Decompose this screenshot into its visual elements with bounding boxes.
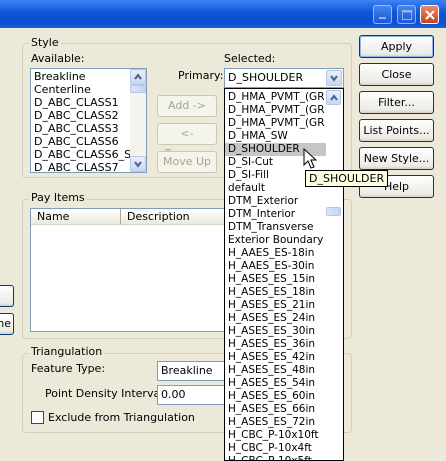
title-bar (0, 0, 446, 28)
add-button-label: Add -> (168, 99, 206, 112)
primary-combo-value: D_SHOULDER (228, 71, 304, 84)
style-group-label: Style (29, 36, 61, 49)
available-list-item[interactable]: D_ABC_CLASS7 (31, 161, 146, 172)
left-stub-label: ne (0, 317, 11, 330)
close-button-label: Close (381, 68, 412, 81)
available-label: Available: (31, 52, 85, 65)
primary-combo[interactable]: D_SHOULDER (224, 68, 344, 88)
feature-type-combo[interactable]: Breakline (157, 361, 227, 381)
available-list[interactable]: Breakline Centerline D_ABC_CLASS1 D_ABC_CLA… (30, 68, 147, 173)
close-window-button[interactable] (420, 5, 439, 24)
list-points-button[interactable]: List Points... (359, 119, 434, 142)
minimize-icon (379, 17, 386, 19)
available-scrollbar[interactable] (130, 69, 146, 172)
selected-label: Selected: (224, 52, 276, 65)
list-points-button-label: List Points... (363, 124, 430, 137)
apply-button-label: Apply (380, 40, 413, 53)
dropdown-scrollbar[interactable] (326, 89, 343, 460)
filter-button-label: Filter... (378, 96, 415, 109)
tooltip: D_SHOULDER (305, 170, 389, 187)
pay-items-group-label: Pay Items (29, 191, 87, 204)
available-list-item[interactable]: Breakline (31, 70, 146, 83)
point-density-label: Point Density Interval: (45, 387, 167, 400)
primary-dropdown-list[interactable]: D_HMA_PVMT_(GR D_HMA_PVMT_(GR D_HMA_PVMT_(… (224, 88, 344, 461)
new-style-button-label: New Style... (363, 152, 430, 165)
available-list-item[interactable]: D_ABC_CLASS6 (31, 135, 146, 148)
scroll-thumb[interactable] (130, 85, 146, 93)
feature-type-label: Feature Type: (31, 362, 106, 375)
point-density-value: 0.00 (161, 388, 186, 401)
exclude-label: Exclude from Triangulation (48, 411, 195, 424)
available-list-item[interactable]: D_ABC_CLASS6_S (31, 148, 146, 161)
available-list-item[interactable]: D_ABC_CLASS2 (31, 109, 146, 122)
left-stub-button-1[interactable] (0, 285, 14, 307)
exclude-checkbox[interactable] (31, 411, 44, 424)
apply-button[interactable]: Apply (359, 35, 434, 58)
maximize-button[interactable] (397, 5, 416, 24)
primary-dropdown-button[interactable] (326, 70, 342, 86)
triangulation-group-label: Triangulation (29, 345, 105, 358)
minimize-button[interactable] (373, 5, 392, 24)
move-up-button-label: Move Up (162, 155, 212, 168)
column-header-name[interactable]: Name (31, 209, 121, 225)
close-button[interactable]: Close (359, 63, 434, 86)
dropdown-scroll-thumb[interactable] (326, 207, 341, 216)
available-list-item[interactable]: D_ABC_CLASS1 (31, 96, 146, 109)
add-button[interactable]: Add -> (157, 95, 217, 117)
chevron-up-icon (330, 94, 338, 101)
move-up-button[interactable]: Move Up (157, 151, 217, 173)
chevron-down-icon (330, 75, 338, 82)
chevron-up-icon (134, 73, 142, 80)
left-stub-button-2[interactable]: ne (0, 313, 14, 335)
available-list-item[interactable]: Centerline (31, 83, 146, 96)
close-icon (425, 10, 435, 20)
remove-button[interactable]: <- Remove (157, 123, 217, 160)
scroll-up-button[interactable] (130, 69, 146, 85)
scroll-down-button[interactable] (130, 156, 146, 172)
feature-type-value: Breakline (161, 364, 213, 377)
available-list-item[interactable]: D_ABC_CLASS3 (31, 122, 146, 135)
primary-label: Primary: (178, 69, 224, 82)
new-style-button[interactable]: New Style... (359, 147, 434, 170)
filter-button[interactable]: Filter... (359, 91, 434, 114)
mouse-cursor-icon (303, 148, 317, 169)
maximize-icon (402, 10, 412, 20)
chevron-down-icon (134, 161, 142, 168)
dropdown-scroll-up-button[interactable] (326, 90, 341, 105)
point-density-field[interactable]: 0.00 (157, 385, 227, 405)
